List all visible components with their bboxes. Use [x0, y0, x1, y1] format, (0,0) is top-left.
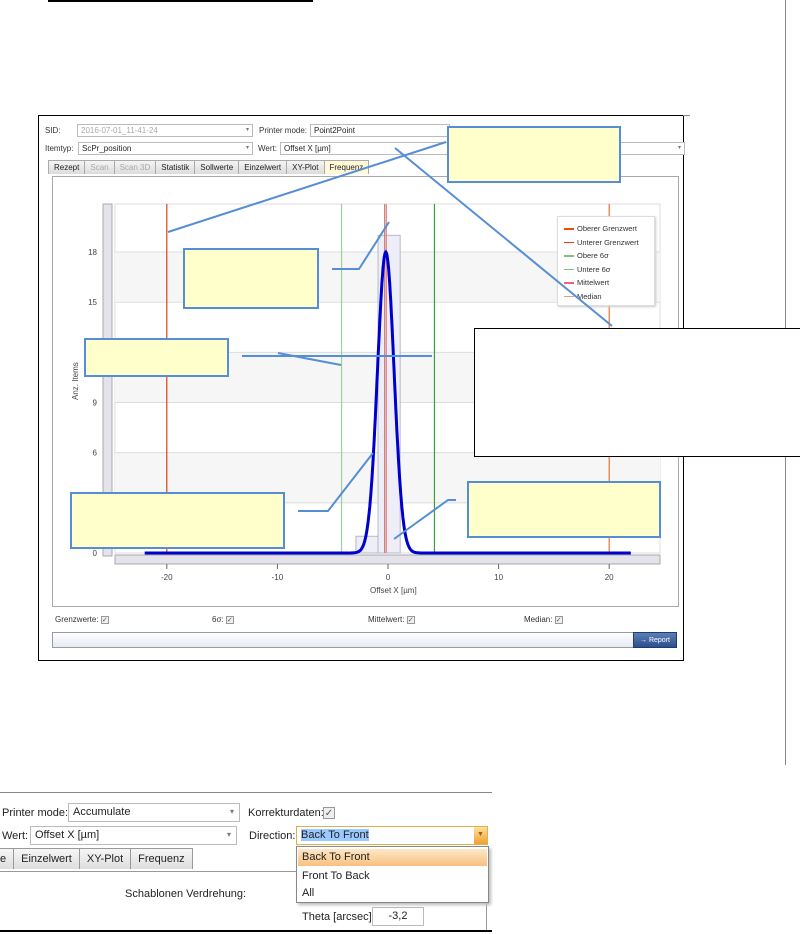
divider — [0, 792, 492, 793]
dropdown-option-back-to-front[interactable]: Back To Front — [298, 849, 487, 866]
theta-label: Theta [arcsec]: — [302, 911, 375, 923]
tab-bar: e Einzelwert XY-Plot Frequenz — [0, 848, 193, 869]
divider — [0, 930, 492, 932]
wert-value: Offset X [µm] — [35, 829, 100, 841]
leader-line — [332, 221, 390, 270]
korrekturdaten-checkbox[interactable]: ✓ — [323, 807, 335, 819]
wert-label: Wert: — [2, 830, 29, 842]
chevron-down-icon: ▾ — [229, 807, 234, 816]
callout-box — [70, 492, 285, 549]
text-box — [474, 328, 800, 457]
leader-line — [277, 352, 342, 366]
callout-box — [183, 248, 319, 309]
direction-dropdown-list: Back To Front Front To Back All — [296, 846, 489, 903]
tab-frequenz[interactable]: Frequenz — [130, 848, 193, 869]
callout-box — [467, 481, 661, 538]
theta-input[interactable]: -3,2 — [372, 907, 424, 926]
chevron-down-icon: ▾ — [226, 830, 231, 839]
wert-combo[interactable]: Offset X [µm] ▾ — [30, 826, 237, 845]
dropdown-option-front-to-back[interactable]: Front To Back — [297, 868, 488, 886]
dropdown-arrow-button[interactable]: ▼ — [474, 827, 487, 844]
callout-box — [84, 338, 229, 377]
printer-mode-value: Accumulate — [73, 806, 131, 818]
direction-combo[interactable]: Back To Front — [296, 826, 488, 845]
direction-value: Back To Front — [301, 829, 369, 841]
printer-mode-combo[interactable]: Accumulate ▾ — [68, 803, 240, 822]
korrekturdaten-label: Korrekturdaten: — [248, 807, 324, 819]
tab-einzelwert[interactable]: Einzelwert — [13, 848, 80, 869]
chevron-down-icon: ▼ — [477, 831, 484, 838]
leader-line — [393, 499, 456, 540]
dropdown-option-all[interactable]: All — [297, 886, 488, 903]
tab-xy-plot[interactable]: XY-Plot — [78, 848, 132, 869]
printer-mode-label: Printer mode: — [2, 807, 69, 819]
leader-line — [298, 452, 374, 512]
tab-partial[interactable]: e — [0, 848, 15, 869]
schablonen-label: Schablonen Verdrehung: — [125, 888, 247, 900]
direction-label: Direction: — [249, 830, 296, 842]
callout-box — [447, 126, 621, 183]
